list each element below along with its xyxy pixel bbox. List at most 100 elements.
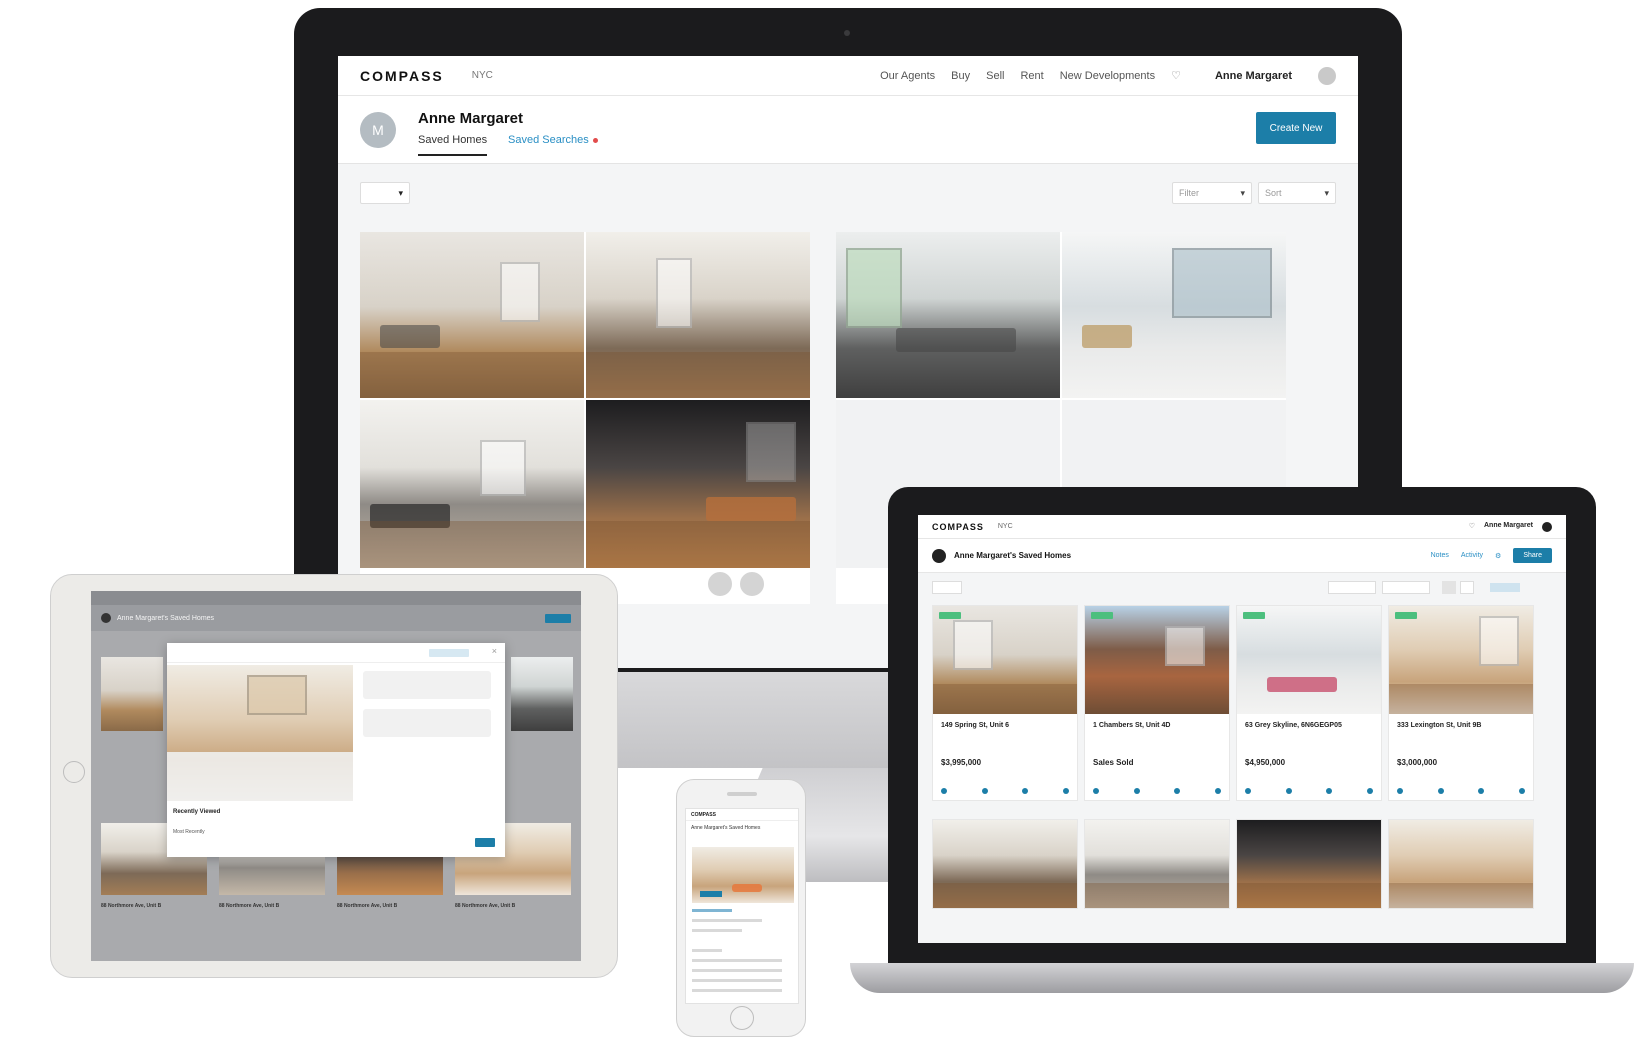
listing-photo[interactable] [360, 232, 584, 398]
listing-address[interactable]: 88 Northmore Ave, Unit B [337, 903, 397, 909]
listing-photo[interactable] [1062, 232, 1286, 398]
user-avatar[interactable] [1542, 521, 1552, 532]
listing-address[interactable]: 88 Northmore Ave, Unit B [101, 903, 161, 909]
modal-caption: Recently Viewed [173, 809, 221, 815]
modal-listing-photo[interactable] [167, 665, 353, 801]
filter-dropdown[interactable] [1328, 581, 1376, 594]
grid-view-icon[interactable] [1442, 581, 1456, 594]
more-icon[interactable] [1214, 788, 1221, 794]
nav-link-rent[interactable]: Rent [1020, 70, 1043, 82]
listing-address[interactable]: 63 Grey Skyline, 6N6GEGP05 [1245, 722, 1342, 729]
sort-dropdown[interactable] [1382, 581, 1430, 594]
status-badge [939, 612, 961, 619]
create-new-button[interactable]: Create New [1256, 112, 1336, 144]
activity-button[interactable]: Activity [1461, 552, 1483, 559]
heart-icon[interactable]: ♡ [1171, 69, 1181, 82]
view-listing-button[interactable] [700, 891, 722, 897]
map-view-icon[interactable] [1490, 583, 1520, 592]
modal-action-button[interactable] [429, 649, 469, 657]
listing-photo[interactable] [1389, 606, 1533, 714]
tab-saved-homes[interactable]: Saved Homes [418, 134, 488, 156]
listing-card[interactable]: 1 Chambers St, Unit 4D Sales Sold [1084, 605, 1230, 801]
collaborator-avatars[interactable] [706, 570, 766, 598]
listing-card[interactable] [1084, 819, 1230, 909]
listing-photo[interactable] [933, 820, 1077, 908]
listing-address[interactable]: 88 Northmore Ave, Unit B [219, 903, 279, 909]
gear-icon[interactable]: ⚙ [1495, 552, 1501, 560]
share-button[interactable]: Share [1513, 548, 1552, 563]
list-view-icon[interactable] [1460, 581, 1474, 594]
listing-photo[interactable] [360, 400, 584, 568]
heart-icon[interactable] [941, 788, 947, 794]
share-icon[interactable] [1285, 788, 1292, 794]
listing-address[interactable]: 1 Chambers St, Unit 4D [1093, 722, 1170, 729]
city-selector[interactable]: NYC [472, 70, 493, 81]
detail-row [692, 989, 782, 992]
select-all-dropdown[interactable] [932, 581, 962, 594]
close-icon[interactable]: × [492, 646, 497, 656]
nav-link-our-agents[interactable]: Our Agents [880, 70, 935, 82]
listing-photo[interactable] [1085, 820, 1229, 908]
comment-icon[interactable] [1478, 788, 1485, 794]
sort-dropdown[interactable]: Sort ▾ [1258, 182, 1336, 204]
nav-link-sell[interactable]: Sell [986, 70, 1004, 82]
listing-address[interactable]: 88 Northmore Ave, Unit B [455, 903, 515, 909]
user-avatar[interactable] [1318, 66, 1336, 85]
listing-photo[interactable] [511, 657, 573, 731]
select-all-dropdown[interactable]: ▾ [360, 182, 410, 204]
comment-icon[interactable] [1326, 788, 1333, 794]
share-button[interactable] [545, 613, 571, 623]
listing-photo[interactable] [1237, 820, 1381, 908]
user-name[interactable]: Anne Margaret [1484, 522, 1533, 532]
share-icon[interactable] [1437, 788, 1444, 794]
phone-top-nav[interactable]: COMPASS [686, 809, 798, 821]
listing-photo[interactable] [1237, 606, 1381, 714]
nav-link-buy[interactable]: Buy [951, 70, 970, 82]
listing-card[interactable]: 149 Spring St, Unit 6 $3,995,000 [932, 605, 1078, 801]
page-title: Anne Margaret's Saved Homes [117, 614, 215, 622]
heart-icon[interactable] [1093, 788, 1099, 794]
send-button[interactable] [475, 838, 495, 847]
notes-button[interactable]: Notes [1431, 552, 1449, 559]
listing-photo[interactable] [836, 232, 1060, 398]
listing-price: $3,995,000 [941, 758, 982, 767]
share-icon[interactable] [1133, 788, 1140, 794]
compass-logo[interactable]: COMPASS [360, 68, 444, 84]
comment-icon[interactable] [1174, 788, 1181, 794]
listing-photo[interactable] [933, 606, 1077, 714]
listing-card[interactable]: 63 Grey Skyline, 6N6GEGP05 $4,950,000 [1236, 605, 1382, 801]
phone-home-button [730, 1006, 754, 1030]
listing-photo[interactable] [586, 400, 810, 568]
listing-address[interactable] [692, 909, 732, 912]
comment-icon[interactable] [1022, 788, 1029, 794]
listing-photo[interactable] [586, 232, 810, 398]
phone: COMPASS Anne Margaret's Saved Homes [676, 779, 806, 1037]
saved-home-card[interactable] [360, 232, 810, 604]
chevron-down-icon: ▾ [1324, 188, 1329, 198]
listing-photo[interactable] [101, 657, 163, 731]
tab-saved-searches[interactable]: Saved Searches [508, 134, 598, 146]
listing-photo[interactable] [1389, 820, 1533, 908]
heart-icon[interactable] [1245, 788, 1251, 794]
sort-label: Sort [1265, 188, 1282, 198]
listing-price: $4,950,000 [1245, 758, 1286, 767]
filter-dropdown[interactable]: Filter ▾ [1172, 182, 1252, 204]
listing-meta [692, 919, 762, 922]
more-icon[interactable] [1062, 788, 1069, 794]
listing-card[interactable] [1236, 819, 1382, 909]
more-icon[interactable] [1366, 788, 1373, 794]
user-name[interactable]: Anne Margaret [1215, 70, 1292, 82]
share-icon[interactable] [981, 788, 988, 794]
city-selector[interactable]: NYC [998, 523, 1013, 530]
compass-logo[interactable]: COMPASS [932, 522, 984, 532]
listing-photo[interactable] [1085, 606, 1229, 714]
heart-icon[interactable] [1397, 788, 1403, 794]
listing-card[interactable]: 333 Lexington St, Unit 9B $3,000,000 [1388, 605, 1534, 801]
listing-address[interactable]: 149 Spring St, Unit 6 [941, 722, 1009, 729]
heart-icon[interactable]: ♡ [1469, 522, 1475, 532]
more-icon[interactable] [1518, 788, 1525, 794]
nav-link-new-developments[interactable]: New Developments [1060, 70, 1155, 82]
listing-address[interactable]: 333 Lexington St, Unit 9B [1397, 722, 1481, 729]
listing-card[interactable] [932, 819, 1078, 909]
listing-card[interactable] [1388, 819, 1534, 909]
